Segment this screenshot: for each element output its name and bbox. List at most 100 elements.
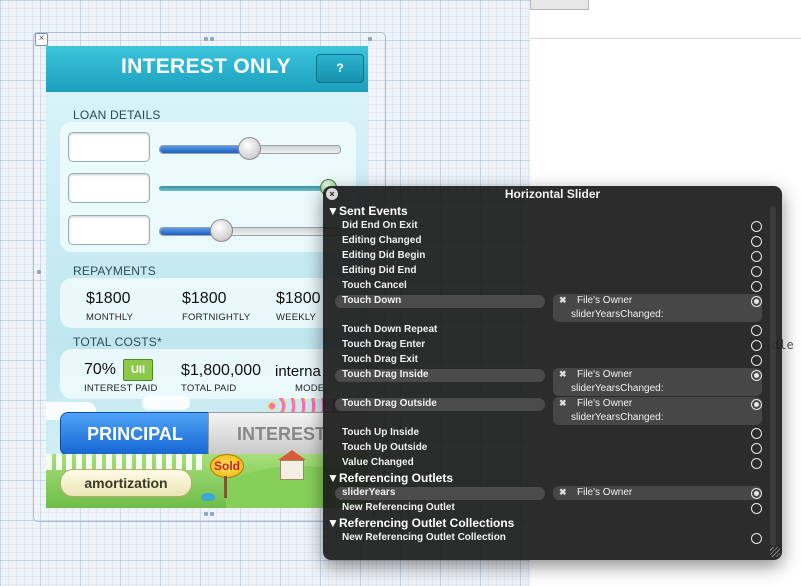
resize-handle-top[interactable] (210, 37, 214, 41)
fortnightly-caption: FORTNIGHTLY (182, 312, 251, 323)
connection-circle-icon[interactable] (751, 221, 762, 232)
event-label: Touch Drag Exit (342, 354, 418, 365)
connection-circle-icon[interactable] (751, 355, 762, 366)
event-label: Editing Did Begin (342, 250, 426, 261)
resize-handle-top[interactable] (204, 37, 208, 41)
resize-grip-icon[interactable] (770, 547, 780, 557)
weekly-caption: WEEKLY (276, 312, 317, 323)
cloud-illustration (142, 396, 190, 410)
close-icon[interactable]: × (35, 33, 48, 46)
event-label: sliderYears (342, 487, 396, 498)
resize-handle-top-right[interactable] (368, 37, 372, 41)
connection-circle-icon[interactable] (751, 340, 762, 351)
event-label: Value Changed (342, 457, 414, 468)
connection-target-label: File's Owner (577, 398, 633, 409)
connection-circle-icon[interactable] (751, 236, 762, 247)
mode-caption: MODE (295, 383, 325, 394)
close-icon[interactable]: × (326, 188, 338, 200)
connection-target[interactable]: ✖ File's Owner sliderYearsChanged: (553, 294, 762, 322)
total-paid-caption: TOTAL PAID (181, 383, 237, 394)
section-title: Referencing Outlets (339, 471, 454, 485)
weekly-amount: $1800 (276, 290, 321, 307)
slider-thumb[interactable] (210, 219, 233, 242)
scrollbar[interactable] (770, 206, 776, 546)
loan-amount-field[interactable] (68, 132, 150, 162)
connection-target[interactable]: ✖ File's Owner (553, 486, 762, 500)
connection-circle-icon[interactable] (751, 296, 762, 307)
event-label: Editing Changed (342, 235, 422, 246)
principal-tab[interactable]: PRINCIPAL (60, 412, 210, 456)
disclosure-triangle-icon[interactable]: ▼ (327, 471, 339, 485)
slider-thumb[interactable] (238, 137, 261, 160)
remove-connection-icon[interactable]: ✖ (559, 398, 567, 409)
connection-target[interactable]: ✖ File's Owner sliderYearsChanged: (553, 368, 762, 396)
event-label: Touch Up Inside (342, 427, 420, 438)
section-title: Referencing Outlet Collections (339, 516, 515, 530)
section-title: Sent Events (339, 204, 408, 218)
connection-circle-icon[interactable] (751, 325, 762, 336)
connection-circle-icon[interactable] (751, 488, 762, 499)
loan-years-slider[interactable] (159, 186, 329, 191)
event-label: Did End On Exit (342, 220, 418, 231)
disclosure-triangle-icon[interactable]: ▼ (327, 204, 339, 218)
amortization-button[interactable]: amortization (60, 469, 192, 497)
remove-connection-icon[interactable]: ✖ (559, 295, 567, 306)
connection-circle-icon[interactable] (751, 503, 762, 514)
event-label: Touch Drag Inside (342, 369, 429, 380)
connection-circle-icon[interactable] (751, 443, 762, 454)
connection-circle-icon[interactable] (751, 399, 762, 410)
interest-rate-field[interactable] (68, 173, 150, 203)
loan-years-field[interactable] (68, 215, 150, 245)
section-header[interactable]: ▼Referencing Outlet Collections (327, 516, 514, 530)
resize-handle-left[interactable] (37, 270, 41, 274)
repayments-heading: REPAYMENTS (73, 264, 156, 278)
sign-post (224, 476, 227, 498)
section-header[interactable]: ▼Sent Events (327, 204, 408, 218)
monthly-amount: $1800 (86, 290, 131, 307)
editor-tab[interactable] (530, 0, 589, 10)
help-button[interactable]: ? (316, 54, 364, 83)
connection-target-label: File's Owner (577, 369, 633, 380)
connection-circle-icon[interactable] (751, 281, 762, 292)
mode-value: interna (275, 363, 321, 380)
rate-slider[interactable] (159, 227, 341, 236)
sold-sign-icon: Sold (210, 454, 244, 478)
disclosure-triangle-icon[interactable]: ▼ (327, 516, 339, 530)
monthly-caption: MONTHLY (86, 312, 134, 323)
hud-body: ▼Sent Events Did End On Exit Editing Chang… (323, 202, 782, 560)
event-label: Touch Up Outside (342, 442, 428, 453)
connection-circle-icon[interactable] (751, 370, 762, 381)
connection-target-label: File's Owner (577, 487, 633, 498)
app-view: INTEREST ONLY ? LOAN DETAILS REPAYMENTS … (46, 46, 368, 508)
interest-paid-caption: INTEREST PAID (84, 383, 158, 394)
event-label: Touch Drag Enter (342, 339, 426, 350)
connection-circle-icon[interactable] (751, 266, 762, 277)
connection-circle-icon[interactable] (751, 458, 762, 469)
connection-target-label: File's Owner (577, 295, 633, 306)
resize-handle-bottom[interactable] (210, 512, 214, 516)
remove-connection-icon[interactable]: ✖ (559, 369, 567, 380)
event-label: Touch Down Repeat (342, 324, 438, 335)
connection-action-label: sliderYearsChanged: (571, 383, 664, 394)
remove-connection-icon[interactable]: ✖ (559, 487, 567, 498)
resize-handle-bottom[interactable] (204, 512, 208, 516)
fortnightly-amount: $1800 (182, 290, 227, 307)
connection-target[interactable]: ✖ File's Owner sliderYearsChanged: (553, 397, 762, 425)
event-label: New Referencing Outlet Collection (342, 532, 506, 543)
connection-circle-icon[interactable] (751, 251, 762, 262)
hud-title: Horizontal Slider (504, 187, 601, 201)
house-roof-illustration (278, 450, 306, 460)
connection-circle-icon[interactable] (751, 533, 762, 544)
event-label: Touch Down (342, 295, 402, 306)
event-label: Editing Did End (342, 265, 417, 276)
connection-action-label: sliderYearsChanged: (571, 309, 664, 320)
event-label: Touch Cancel (342, 280, 407, 291)
fence-illustration (46, 454, 206, 470)
connection-action-label: sliderYearsChanged: (571, 412, 664, 423)
total-paid-amount: $1,800,000 (181, 362, 262, 379)
event-label: New Referencing Outlet (342, 502, 455, 513)
editor-divider (530, 38, 801, 39)
connections-inspector-hud: Horizontal Slider × ▼Sent Events Did End … (323, 186, 782, 560)
section-header[interactable]: ▼Referencing Outlets (327, 471, 453, 485)
connection-circle-icon[interactable] (751, 428, 762, 439)
